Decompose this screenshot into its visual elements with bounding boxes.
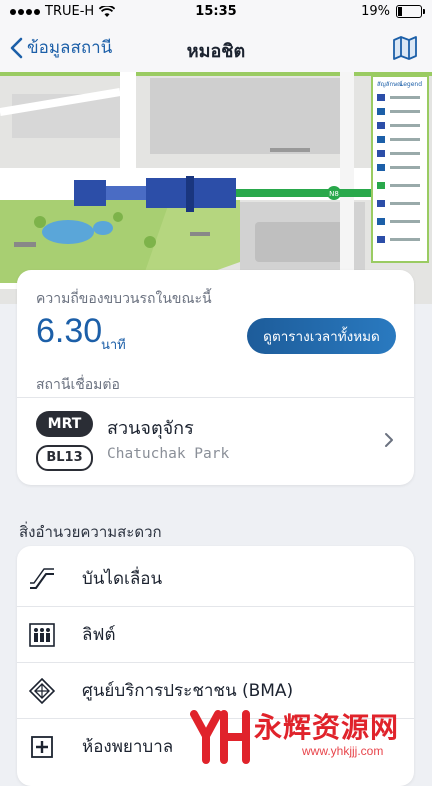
- facilities-heading: สิ่งอำนวยความสะดวก: [19, 523, 162, 541]
- divider: [17, 397, 414, 398]
- chevron-right-icon: [385, 433, 393, 447]
- legend-title-en: Legend: [400, 81, 422, 88]
- elevator-icon: [29, 622, 55, 648]
- view-timetable-button[interactable]: ดูตารางเวลาทั้งหมด: [247, 318, 396, 354]
- station-number-badge: N8: [329, 190, 339, 198]
- status-bar: TRUE-H 15:35 19%: [0, 0, 432, 24]
- battery-percent: 19%: [361, 4, 390, 19]
- escalator-icon: [29, 566, 55, 592]
- facility-label: ลิฟต์: [82, 625, 116, 645]
- battery-icon: [396, 5, 425, 18]
- battery-group: 19%: [361, 4, 425, 19]
- connected-station-name: สวนจตุจักร: [107, 418, 194, 439]
- map-icon: [393, 36, 417, 60]
- facility-label: ศูนย์บริการประชาชน (BMA): [82, 681, 294, 701]
- facility-label: บันไดเลื่อน: [82, 569, 163, 589]
- line-badge: MRT: [36, 411, 93, 437]
- navigation-bar: ข้อมูลสถานี หมอชิต: [0, 24, 432, 73]
- frequency-value: 6.30: [36, 312, 103, 350]
- map-button[interactable]: [392, 36, 418, 64]
- service-center-icon: [29, 677, 55, 704]
- connection-label: สถานีเชื่อมต่อ: [36, 377, 120, 393]
- watermark-url: www.yhkjjj.com: [302, 744, 384, 758]
- facility-item-elevator[interactable]: ลิฟต์: [17, 607, 414, 662]
- watermark-logo: [190, 710, 250, 764]
- page-title: หมอชิต: [186, 41, 246, 62]
- frequency-label: ความถี่ของขบวนรถในขณะนี้: [36, 291, 212, 307]
- frequency-unit: นาที: [101, 338, 126, 353]
- facility-item-escalator[interactable]: บันไดเลื่อน: [17, 551, 414, 606]
- frequency-card: ความถี่ของขบวนรถในขณะนี้ 6.30 นาที ดูตาร…: [17, 270, 414, 485]
- station-code-badge: BL13: [36, 445, 93, 471]
- first-aid-icon: [29, 734, 55, 760]
- watermark-text: 永辉资源网: [254, 711, 400, 744]
- facility-label: ห้องพยาบาล: [82, 737, 174, 757]
- connected-station-name-en: Chatuchak Park: [107, 446, 230, 462]
